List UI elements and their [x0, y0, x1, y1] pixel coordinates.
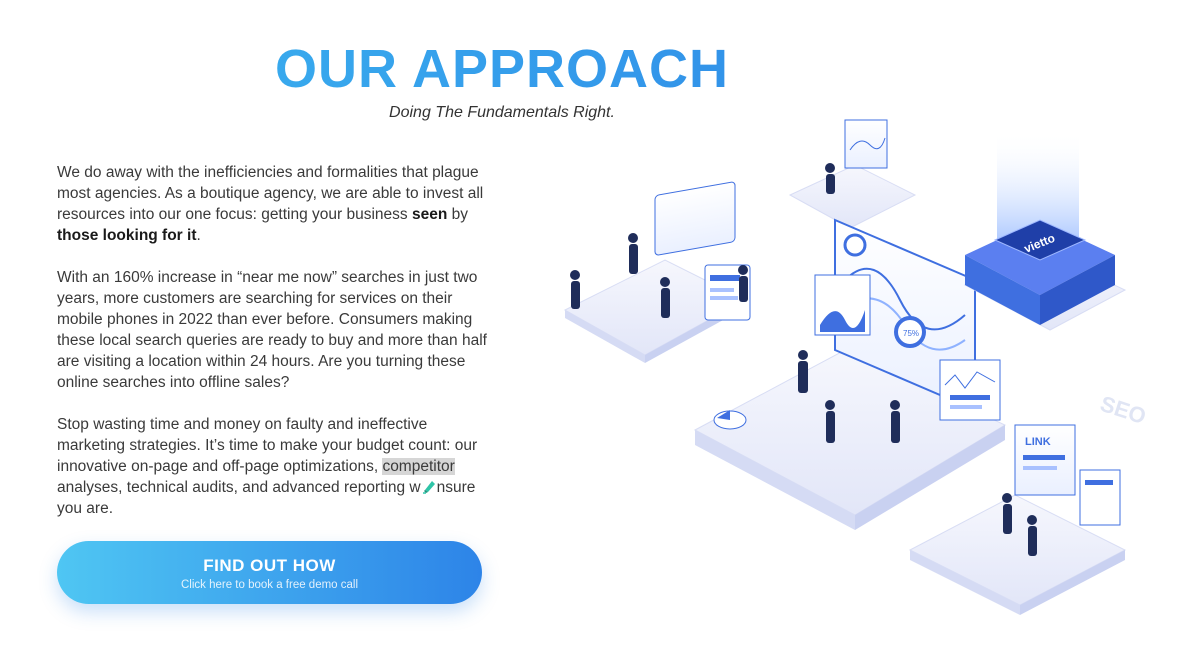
bold-seen: seen: [411, 206, 448, 223]
cta-label: FIND OUT HOW: [203, 556, 336, 575]
server-platform: vietto: [963, 130, 1127, 331]
panel-label: LINK: [1025, 436, 1051, 448]
highlighted-word: competitor: [382, 458, 455, 475]
top-platform: [788, 119, 917, 229]
seo-tag-label: SEO: [1097, 391, 1149, 429]
paragraph-2: With an 160% increase in “near me now” s…: [57, 269, 487, 391]
cta-sublabel: Click here to book a free demo call: [180, 579, 359, 591]
paragraph-1: We do away with the inefficiencies and f…: [57, 164, 484, 244]
paragraph-3: Stop wasting time and money on faulty an…: [57, 416, 478, 517]
bold-those-looking: those looking for it: [57, 227, 197, 244]
highlighter-pen-icon[interactable]: [421, 478, 437, 494]
find-out-how-button[interactable]: FIND OUT HOW Click here to book a free d…: [57, 541, 482, 604]
page-title: OUR APPROACH: [0, 38, 1004, 100]
body-text: We do away with the inefficiencies and f…: [57, 162, 487, 540]
isometric-seo-illustration: 75% vietto SEO LINK: [563, 119, 1149, 615]
left-platform: [563, 181, 751, 363]
score-label: 75%: [903, 329, 919, 338]
